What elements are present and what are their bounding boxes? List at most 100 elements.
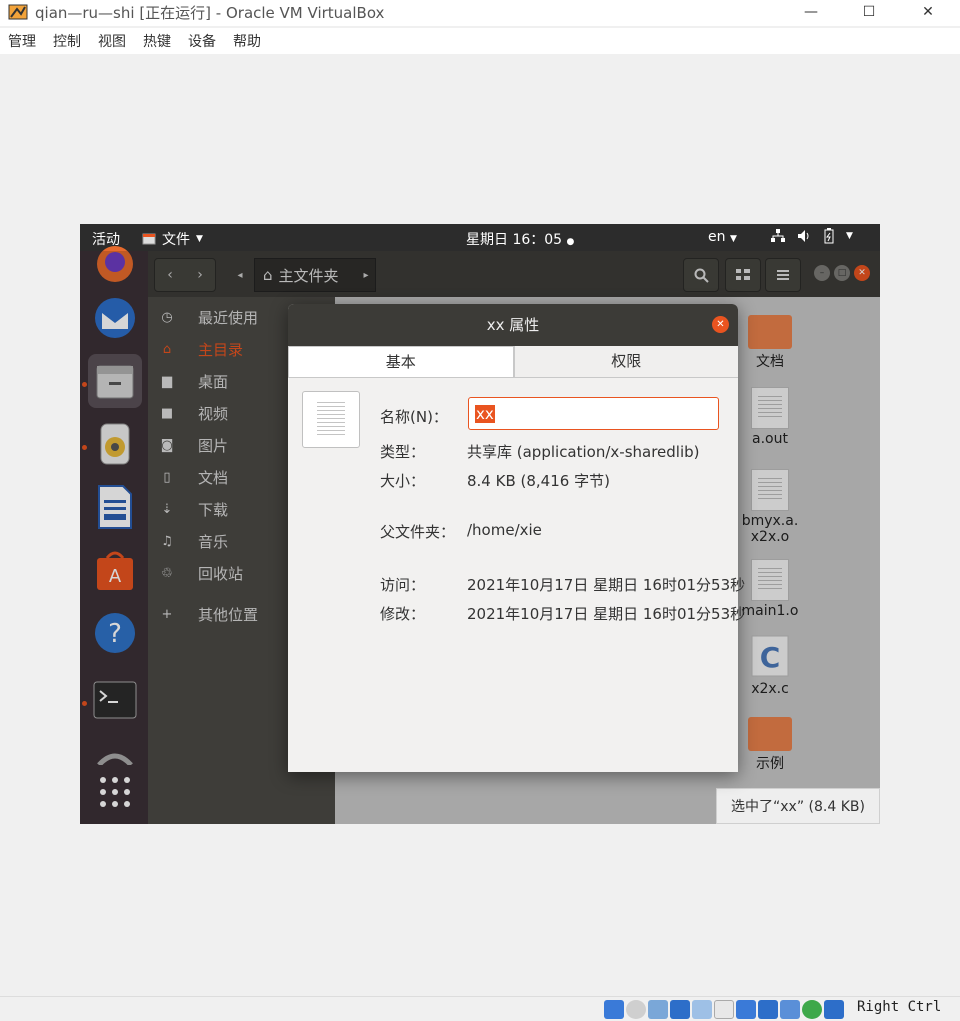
dialog-close-button[interactable]: ✕	[712, 316, 729, 333]
chevron-down-icon: ▼	[196, 234, 203, 244]
dock-ubuntu-software[interactable]: A	[88, 543, 142, 597]
dock-hidden-app[interactable]	[88, 739, 142, 765]
tab-permissions[interactable]: 权限	[513, 346, 738, 377]
dock-rhythmbox[interactable]	[88, 417, 142, 471]
search-icon	[694, 268, 709, 283]
network-adapter-icon[interactable]	[670, 1000, 690, 1019]
hard-disk-icon[interactable]	[604, 1000, 624, 1019]
chevron-down-icon: ▼	[846, 231, 853, 241]
close-icon: ✕	[716, 319, 725, 330]
thunderbird-icon	[95, 298, 135, 338]
virtualization-icon[interactable]	[780, 1000, 800, 1019]
close-icon: ✕	[922, 4, 934, 20]
mouse-integration-icon[interactable]	[802, 1000, 822, 1019]
plus-icon: +	[161, 606, 173, 622]
keyboard-capture-icon[interactable]	[824, 1000, 844, 1019]
size-label: 大小：	[380, 472, 426, 490]
dock-help[interactable]: ?	[88, 606, 142, 660]
folder-icon	[748, 315, 792, 349]
shared-folder-icon[interactable]	[714, 1000, 734, 1019]
tab-basic[interactable]: 基本	[288, 346, 514, 377]
close-button[interactable]: ✕	[905, 0, 951, 24]
name-field[interactable]: xx	[468, 397, 719, 430]
dock-terminal[interactable]	[88, 673, 142, 727]
recording-icon[interactable]	[758, 1000, 778, 1019]
host-statusbar: Right Ctrl	[0, 996, 960, 1021]
selection-status-label: 选中了“xx” (8.4 KB)	[731, 799, 865, 815]
file-name: bmyx.a.	[741, 513, 799, 529]
virtualbox-app-icon	[8, 4, 28, 20]
maximize-icon[interactable]: □	[834, 265, 850, 281]
file-name: 示例	[756, 756, 784, 772]
file-item[interactable]: bmyx.a. x2x.o	[735, 469, 805, 545]
file-cabinet-icon	[96, 365, 134, 399]
path-scroll-left[interactable]: ◂	[230, 258, 250, 292]
minimize-icon[interactable]: –	[814, 265, 830, 281]
dock-thunderbird[interactable]	[88, 291, 142, 345]
dock-firefox[interactable]	[88, 237, 142, 291]
sidebar-item-label: 图片	[198, 436, 229, 455]
audio-icon[interactable]	[648, 1000, 668, 1019]
system-tray[interactable]: ▼	[770, 228, 853, 244]
app-grid-icon	[100, 777, 130, 807]
accessed-value: 2021年10月17日 星期日 16时01分53秒	[467, 576, 746, 594]
display-icon[interactable]	[736, 1000, 756, 1019]
sidebar-item-label: 文档	[198, 468, 229, 487]
optical-drive-icon[interactable]	[626, 1000, 646, 1019]
grid-view-icon	[736, 269, 750, 280]
type-label: 类型：	[380, 443, 426, 461]
menu-help[interactable]: 帮助	[233, 31, 261, 51]
file-item[interactable]: C x2x.c	[735, 635, 805, 697]
chevron-down-icon: ▼	[729, 234, 737, 244]
minimize-button[interactable]: —	[788, 0, 834, 24]
menu-view[interactable]: 视图	[98, 31, 126, 51]
back-icon[interactable]: ‹	[167, 267, 173, 283]
file-name: x2x.c	[751, 681, 789, 697]
sidebar-item-label: 桌面	[198, 372, 229, 391]
path-scroll-right[interactable]: ▸	[356, 258, 376, 292]
svg-text:A: A	[109, 566, 122, 587]
chevron-left-icon: ◂	[237, 269, 243, 281]
file-item[interactable]: 示例	[735, 717, 805, 773]
running-indicator	[82, 701, 87, 706]
show-applications-button[interactable]	[88, 765, 142, 819]
video-camera-icon: ■	[160, 405, 174, 421]
chevron-right-icon: ▸	[363, 269, 369, 281]
sidebar-item-label: 回收站	[198, 564, 244, 583]
menu-devices[interactable]: 设备	[188, 31, 216, 51]
modified-value: 2021年10月17日 星期日 16时01分53秒	[467, 605, 746, 623]
search-button[interactable]	[683, 258, 719, 292]
sidebar-item-label: 其他位置	[198, 605, 259, 624]
parent-folder-value: /home/xie	[467, 521, 542, 539]
pathbar-home-label: 主文件夹	[278, 266, 339, 285]
forward-icon[interactable]: ›	[197, 267, 203, 283]
language-indicator[interactable]: en ▼	[708, 229, 737, 245]
maximize-button[interactable]: ☐	[846, 0, 892, 24]
view-toggle-button[interactable]	[725, 258, 761, 292]
file-item[interactable]: main1.o	[735, 559, 805, 619]
folder-icon: ▆	[162, 373, 172, 389]
help-icon: ?	[95, 613, 135, 653]
dock-files[interactable]	[88, 354, 142, 408]
name-label: 名称(N)：	[380, 408, 448, 426]
usb-icon[interactable]	[692, 1000, 712, 1019]
svg-text:C: C	[760, 641, 781, 674]
nav-buttons: ‹ ›	[154, 258, 216, 292]
sidebar-item-label: 主目录	[198, 340, 244, 359]
clock[interactable]: 星期日 16：05 ●	[466, 229, 574, 249]
menu-control[interactable]: 控制	[53, 31, 81, 51]
music-note-icon: ♫	[161, 533, 173, 549]
menu-button[interactable]	[765, 258, 801, 292]
dock-libreoffice-writer[interactable]	[88, 480, 142, 534]
object-file-icon	[751, 559, 789, 601]
name-field-value: xx	[475, 404, 495, 423]
file-item[interactable]: a.out	[735, 387, 805, 447]
home-icon: ⌂	[162, 341, 172, 357]
vm-screen[interactable]: 活动 文件 ▼ 星期日 16：05 ● en ▼ ▼ A ? ‹ › ◂ ⌂ 主…	[80, 224, 880, 824]
menu-hotkey[interactable]: 热键	[143, 31, 171, 51]
file-item[interactable]: 文档	[735, 315, 805, 371]
files-headerbar: ‹ › ◂ ⌂ 主文件夹 ▸ – □ ✕	[148, 251, 880, 297]
menu-manage[interactable]: 管理	[8, 31, 36, 51]
app-menu[interactable]: 文件 ▼	[142, 229, 203, 249]
close-icon[interactable]: ✕	[854, 265, 870, 281]
